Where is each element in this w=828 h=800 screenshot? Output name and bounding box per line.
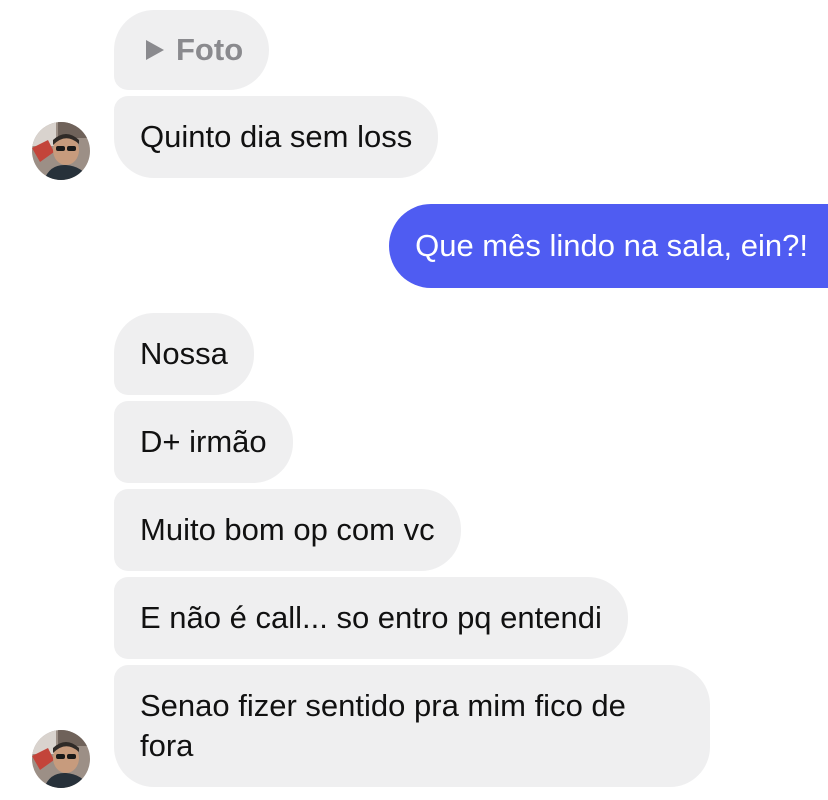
message-text: Que mês lindo na sala, ein?! (415, 228, 808, 263)
message-bubble[interactable]: Senao fizer sentido pra mim fico de fora (114, 665, 710, 787)
photo-label: Foto (176, 32, 244, 67)
play-icon (146, 40, 164, 60)
chat-thread: Foto Quinto dia sem loss Que mês lindo n… (0, 0, 828, 800)
message-bubble[interactable]: E não é call... so entro pq entendi (114, 577, 628, 659)
avatar-image (32, 730, 90, 788)
message-text: Senao fizer sentido pra mim fico de fora (140, 688, 626, 763)
avatar[interactable] (32, 122, 90, 180)
message-text: Muito bom op com vc (140, 512, 435, 547)
message-text: Nossa (140, 336, 228, 371)
message-text: Quinto dia sem loss (140, 119, 413, 154)
message-text: D+ irmão (140, 424, 267, 459)
sent-message-bubble[interactable]: Que mês lindo na sala, ein?! (389, 204, 828, 288)
avatar-image (32, 122, 90, 180)
message-bubble[interactable]: Nossa (114, 313, 254, 395)
message-text: E não é call... so entro pq entendi (140, 600, 602, 635)
message-bubble[interactable]: D+ irmão (114, 401, 293, 483)
photo-message[interactable]: Foto (114, 10, 270, 90)
message-bubble[interactable]: Quinto dia sem loss (114, 96, 439, 178)
message-bubble[interactable]: Muito bom op com vc (114, 489, 461, 571)
avatar[interactable] (32, 730, 90, 788)
